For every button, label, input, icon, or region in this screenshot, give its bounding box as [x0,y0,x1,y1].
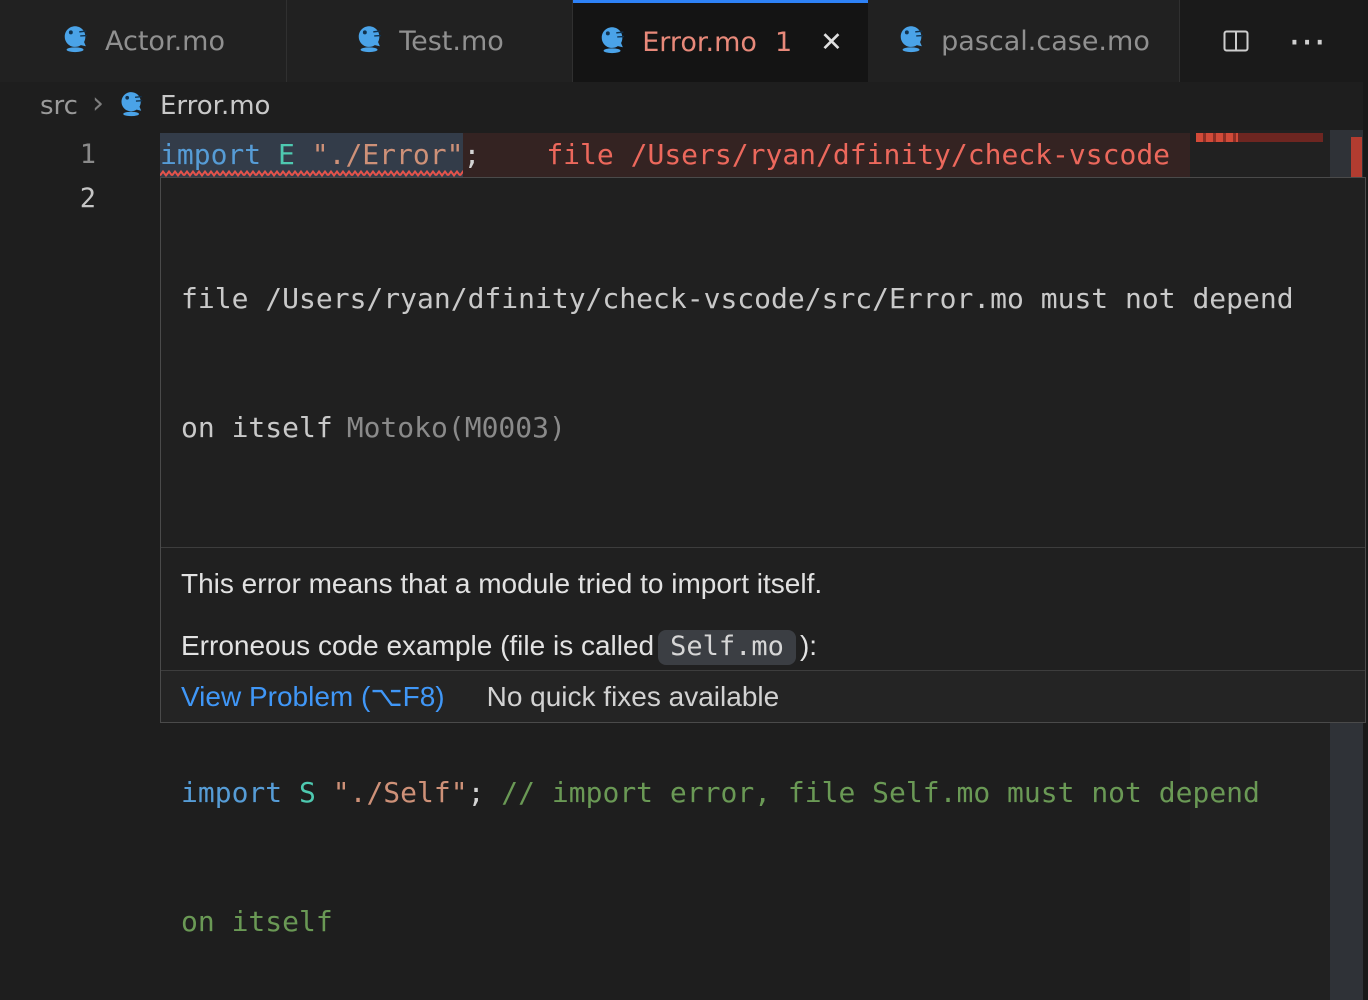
diagnostic-message-line2: on itselfMotoko(M0003) [181,406,1345,449]
error-range-highlight: import E "./Error" [160,133,463,177]
breadcrumb: src › Error.mo [0,82,1363,130]
motoko-file-icon [61,23,91,60]
tab-label: Error.mo [642,27,757,58]
split-editor-button[interactable] [1220,25,1252,57]
example-code-block: import S "./Self"; // import error, file… [181,685,1345,1000]
diagnostic-explanation: This error means that a module tried to … [161,548,1365,1000]
line-number-1: 1 [0,133,96,177]
line-number-2: 2 [0,177,96,221]
tab-actor-mo[interactable]: Actor.mo [0,0,287,82]
motoko-file-icon [897,23,927,60]
chevron-right-icon: › [92,89,104,123]
tab-test-mo[interactable]: Test.mo [287,0,573,82]
tab-label: Actor.mo [105,26,225,57]
vscode-window: Actor.mo Test.mo Error.mo 1 ✕ pascal.cas… [0,0,1368,1000]
error-hover-popup: file /Users/ryan/dfinity/check-vscode/sr… [160,177,1366,723]
close-icon[interactable]: ✕ [820,27,843,58]
semicolon-token: ; [463,133,480,177]
motoko-file-icon [355,23,385,60]
quick-fix-status: No quick fixes available [487,681,780,713]
diagnostic-message-line1: file /Users/ryan/dfinity/check-vscode/sr… [181,277,1345,320]
editor-actions: ⋯ [1220,0,1368,82]
explanation-paragraph: This error means that a module tried to … [181,564,1345,604]
tab-error-mo[interactable]: Error.mo 1 ✕ [573,0,868,82]
diagnostic-source: Motoko(M0003) [347,411,566,444]
error-squiggle [160,169,463,177]
split-editor-icon [1220,25,1252,57]
overview-ruler-error-marker [1351,137,1362,177]
error-line-background: ; file /Users/ryan/dfinity/check-vscode [463,133,1190,177]
tab-label: pascal.case.mo [941,26,1150,57]
minimap-error-text-marker [1196,133,1238,142]
tab-error-count-badge: 1 [775,27,792,58]
example-paragraph: Erroneous code example (file is calledSe… [181,626,1345,667]
diagnostic-message: file /Users/ryan/dfinity/check-vscode/sr… [161,178,1365,548]
breadcrumb-folder[interactable]: src [40,91,78,121]
code-block-line-1: import S "./Self"; // import error, file… [181,771,1345,814]
tab-pascal-case-mo[interactable]: pascal.case.mo [868,0,1180,82]
more-actions-button[interactable]: ⋯ [1288,22,1326,60]
code-block-line-2: on itself [181,900,1345,943]
breadcrumb-file[interactable]: Error.mo [160,91,271,121]
hover-status-bar: View Problem (⌥F8) No quick fixes availa… [161,670,1365,722]
minimap-error-line-marker [1196,133,1323,142]
code-line-1[interactable]: import E "./Error" ; file /Users/ryan/df… [160,133,1190,177]
tab-bar: Actor.mo Test.mo Error.mo 1 ✕ pascal.cas… [0,0,1368,82]
view-problem-link[interactable]: View Problem (⌥F8) [181,680,445,713]
motoko-file-icon [118,89,146,124]
tab-label: Test.mo [399,26,504,57]
motoko-file-icon [598,24,628,61]
inline-code-chip: Self.mo [658,630,796,665]
inline-error-message: file /Users/ryan/dfinity/check-vscode [546,133,1170,177]
